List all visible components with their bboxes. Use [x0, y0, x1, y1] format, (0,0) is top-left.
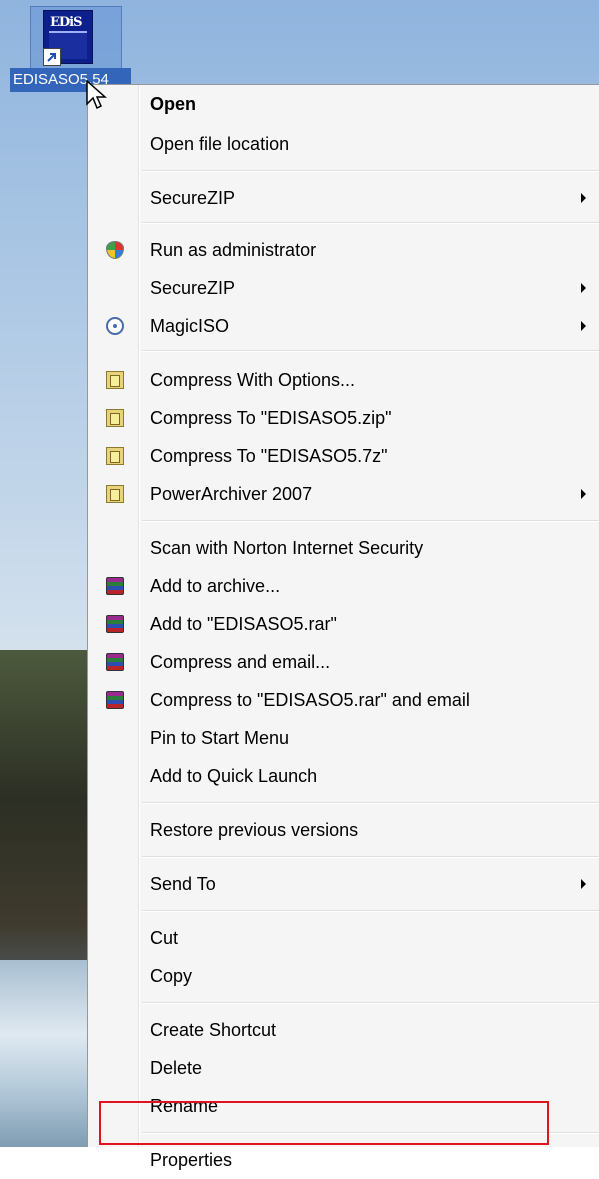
menu-item-add-to-quick-launch[interactable]: Add to Quick Launch — [88, 757, 599, 795]
winrar-icon — [106, 653, 124, 671]
menu-item-restore-previous-versions[interactable]: Restore previous versions — [88, 811, 599, 849]
menu-separator — [142, 802, 599, 804]
submenu-arrow-icon — [581, 489, 586, 499]
menu-item-securezip[interactable]: SecureZIP — [88, 269, 599, 307]
menu-item-label: PowerArchiver 2007 — [150, 484, 313, 504]
menu-item-compress-to-edisaso5-zip[interactable]: Compress To "EDISASO5.zip" — [88, 399, 599, 437]
menu-item-label: Add to Quick Launch — [150, 766, 318, 786]
wallpaper-surf — [0, 960, 100, 1147]
powerarchiver-icon — [106, 371, 124, 389]
menu-item-copy[interactable]: Copy — [88, 957, 599, 995]
menu-item-compress-to-edisaso5-7z[interactable]: Compress To "EDISASO5.7z" — [88, 437, 599, 475]
magiciso-icon — [106, 317, 124, 335]
shortcut-arrow-icon — [43, 48, 61, 66]
winrar-icon — [106, 691, 124, 709]
menu-item-delete[interactable]: Delete — [88, 1049, 599, 1087]
menu-item-add-to-edisaso5-rar[interactable]: Add to "EDISASO5.rar" — [88, 605, 599, 643]
context-menu: Open Open file location SecureZIP Run as ad… — [87, 84, 599, 1170]
menu-separator — [142, 910, 599, 912]
menu-item-label: Scan with Norton Internet Security — [150, 538, 424, 558]
menu-item-label: Compress To "EDISASO5.7z" — [150, 446, 388, 466]
menu-item-label: Add to "EDISASO5.rar" — [150, 614, 337, 634]
uac-shield-icon — [106, 241, 124, 259]
menu-item-cut[interactable]: Cut — [88, 919, 599, 957]
menu-item-label: Compress To "EDISASO5.zip" — [150, 408, 392, 428]
menu-item-pin-to-start-menu[interactable]: Pin to Start Menu — [88, 719, 599, 757]
menu-item-open-file-location[interactable]: Open file location — [88, 125, 599, 163]
menu-item-label: Cut — [150, 928, 179, 948]
submenu-arrow-icon — [581, 193, 586, 203]
menu-item-create-shortcut[interactable]: Create Shortcut — [88, 1011, 599, 1049]
menu-separator — [142, 222, 599, 224]
menu-item-label: Compress to "EDISASO5.rar" and email — [150, 690, 470, 710]
desktop-shortcut-icon[interactable]: EDiS EDISASO5.54 — [8, 6, 131, 96]
menu-item-label: Delete — [150, 1058, 203, 1078]
menu-item-label: Run as administrator — [150, 240, 317, 260]
menu-item-open[interactable]: Open — [88, 85, 599, 123]
menu-item-send-to[interactable]: Send To — [88, 865, 599, 903]
menu-item-label: Pin to Start Menu — [150, 728, 290, 748]
mouse-pointer-icon — [86, 79, 108, 116]
menu-item-compress-and-email[interactable]: Compress and email... — [88, 643, 599, 681]
menu-item-label: Restore previous versions — [150, 820, 359, 840]
powerarchiver-icon — [106, 485, 124, 503]
menu-item-label: Copy — [150, 966, 193, 986]
menu-item-label: Compress and email... — [150, 652, 331, 672]
properties-highlight-box — [99, 1101, 549, 1145]
menu-separator — [142, 856, 599, 858]
winrar-icon — [106, 615, 124, 633]
menu-item-label: SecureZIP — [150, 278, 236, 298]
menu-item-label: Add to archive... — [150, 576, 281, 596]
menu-item-label: Create Shortcut — [150, 1020, 277, 1040]
menu-item-label: Open — [150, 94, 197, 114]
menu-item-label: Send To — [150, 874, 216, 894]
menu-separator — [142, 1002, 599, 1004]
menu-item-compress-to-edisaso5-rar-and-email[interactable]: Compress to "EDISASO5.rar" and email — [88, 681, 599, 719]
menu-item-scan-with-norton-internet-security[interactable]: Scan with Norton Internet Security — [88, 529, 599, 567]
submenu-arrow-icon — [581, 879, 586, 889]
menu-separator — [142, 350, 599, 352]
menu-item-run-as-administrator[interactable]: Run as administrator — [88, 231, 599, 269]
winrar-icon — [106, 577, 124, 595]
menu-item-label: SecureZIP — [150, 188, 236, 208]
menu-item-powerarchiver-2007[interactable]: PowerArchiver 2007 — [88, 475, 599, 513]
edis-logo-text: EDiS — [50, 15, 83, 30]
menu-item-magiciso[interactable]: MagicISO — [88, 307, 599, 345]
menu-item-add-to-archive[interactable]: Add to archive... — [88, 567, 599, 605]
menu-separator — [142, 170, 599, 172]
powerarchiver-icon — [106, 409, 124, 427]
submenu-arrow-icon — [581, 283, 586, 293]
menu-item-securezip[interactable]: SecureZIP — [88, 179, 599, 217]
menu-item-label: Open file location — [150, 134, 290, 154]
menu-item-label: MagicISO — [150, 316, 230, 336]
menu-separator — [142, 520, 599, 522]
menu-item-compress-with-options[interactable]: Compress With Options... — [88, 361, 599, 399]
submenu-arrow-icon — [581, 321, 586, 331]
powerarchiver-icon — [106, 447, 124, 465]
menu-item-label: Compress With Options... — [150, 370, 356, 390]
